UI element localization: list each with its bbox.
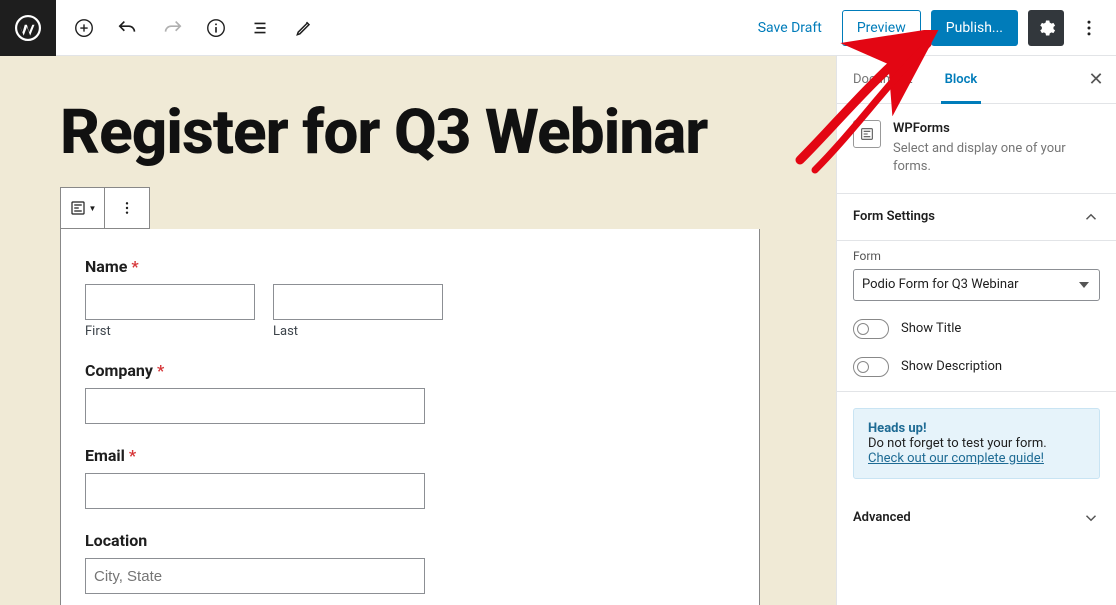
block-info-panel: WPForms Select and display one of your f… bbox=[837, 104, 1116, 194]
close-sidebar-button[interactable]: ✕ bbox=[1076, 69, 1116, 90]
more-menu-button[interactable] bbox=[1074, 10, 1104, 46]
block-name: WPForms bbox=[893, 120, 1100, 138]
redo-icon bbox=[154, 10, 190, 46]
location-field-label: Location bbox=[85, 531, 735, 550]
show-title-label: Show Title bbox=[901, 321, 961, 336]
close-icon: ✕ bbox=[1088, 69, 1103, 90]
company-field-label: Company * bbox=[85, 361, 735, 380]
kebab-icon bbox=[1079, 18, 1099, 38]
info-icon[interactable] bbox=[198, 10, 234, 46]
add-block-icon[interactable] bbox=[66, 10, 102, 46]
location-input[interactable] bbox=[85, 558, 425, 594]
editor-top-bar: Save Draft Preview Publish... bbox=[0, 0, 1116, 56]
gear-icon bbox=[1036, 18, 1056, 38]
test-form-notice: Heads up! Do not forget to test your for… bbox=[853, 408, 1100, 479]
company-input[interactable] bbox=[85, 388, 425, 424]
outline-icon[interactable] bbox=[242, 10, 278, 46]
email-field-label: Email * bbox=[85, 446, 735, 465]
tab-block[interactable]: Block bbox=[929, 56, 994, 104]
save-draft-button[interactable]: Save Draft bbox=[748, 14, 832, 42]
chevron-up-icon bbox=[1082, 208, 1100, 226]
first-sublabel: First bbox=[85, 324, 255, 339]
last-name-input[interactable] bbox=[273, 284, 443, 320]
publish-button[interactable]: Publish... bbox=[931, 10, 1018, 46]
form-settings-accordion[interactable]: Form Settings bbox=[837, 194, 1116, 241]
block-description: Select and display one of your forms. bbox=[893, 141, 1066, 174]
last-sublabel: Last bbox=[273, 324, 443, 339]
wpforms-icon bbox=[853, 120, 881, 148]
show-title-toggle[interactable] bbox=[853, 319, 889, 339]
editor-canvas: Register for Q3 Webinar ▼ Name * First bbox=[0, 56, 836, 605]
wordpress-logo[interactable] bbox=[0, 0, 56, 56]
advanced-accordion[interactable]: Advanced bbox=[837, 495, 1116, 541]
block-type-switcher[interactable]: ▼ bbox=[61, 188, 105, 228]
block-more-options[interactable] bbox=[105, 188, 149, 228]
tab-document[interactable]: Document bbox=[837, 56, 929, 104]
form-select-label: Form bbox=[853, 249, 1100, 263]
settings-button[interactable] bbox=[1028, 10, 1064, 46]
preview-button[interactable]: Preview bbox=[842, 10, 921, 46]
kebab-icon bbox=[119, 200, 135, 216]
edit-icon[interactable] bbox=[286, 10, 322, 46]
name-field-label: Name * bbox=[85, 257, 735, 276]
email-input[interactable] bbox=[85, 473, 425, 509]
notice-guide-link[interactable]: Check out our complete guide! bbox=[868, 451, 1044, 466]
settings-sidebar: Document Block ✕ WPForms Select and disp… bbox=[836, 56, 1116, 605]
first-name-input[interactable] bbox=[85, 284, 255, 320]
form-select[interactable]: Podio Form for Q3 Webinar bbox=[853, 269, 1100, 301]
block-toolbar: ▼ bbox=[60, 187, 150, 229]
page-title[interactable]: Register for Q3 Webinar bbox=[60, 96, 776, 169]
wpforms-block-preview[interactable]: Name * First Last Company * Email bbox=[60, 229, 760, 605]
chevron-down-icon bbox=[1082, 509, 1100, 527]
undo-icon[interactable] bbox=[110, 10, 146, 46]
show-description-toggle[interactable] bbox=[853, 357, 889, 377]
form-icon bbox=[69, 199, 87, 217]
show-description-label: Show Description bbox=[901, 359, 1002, 374]
